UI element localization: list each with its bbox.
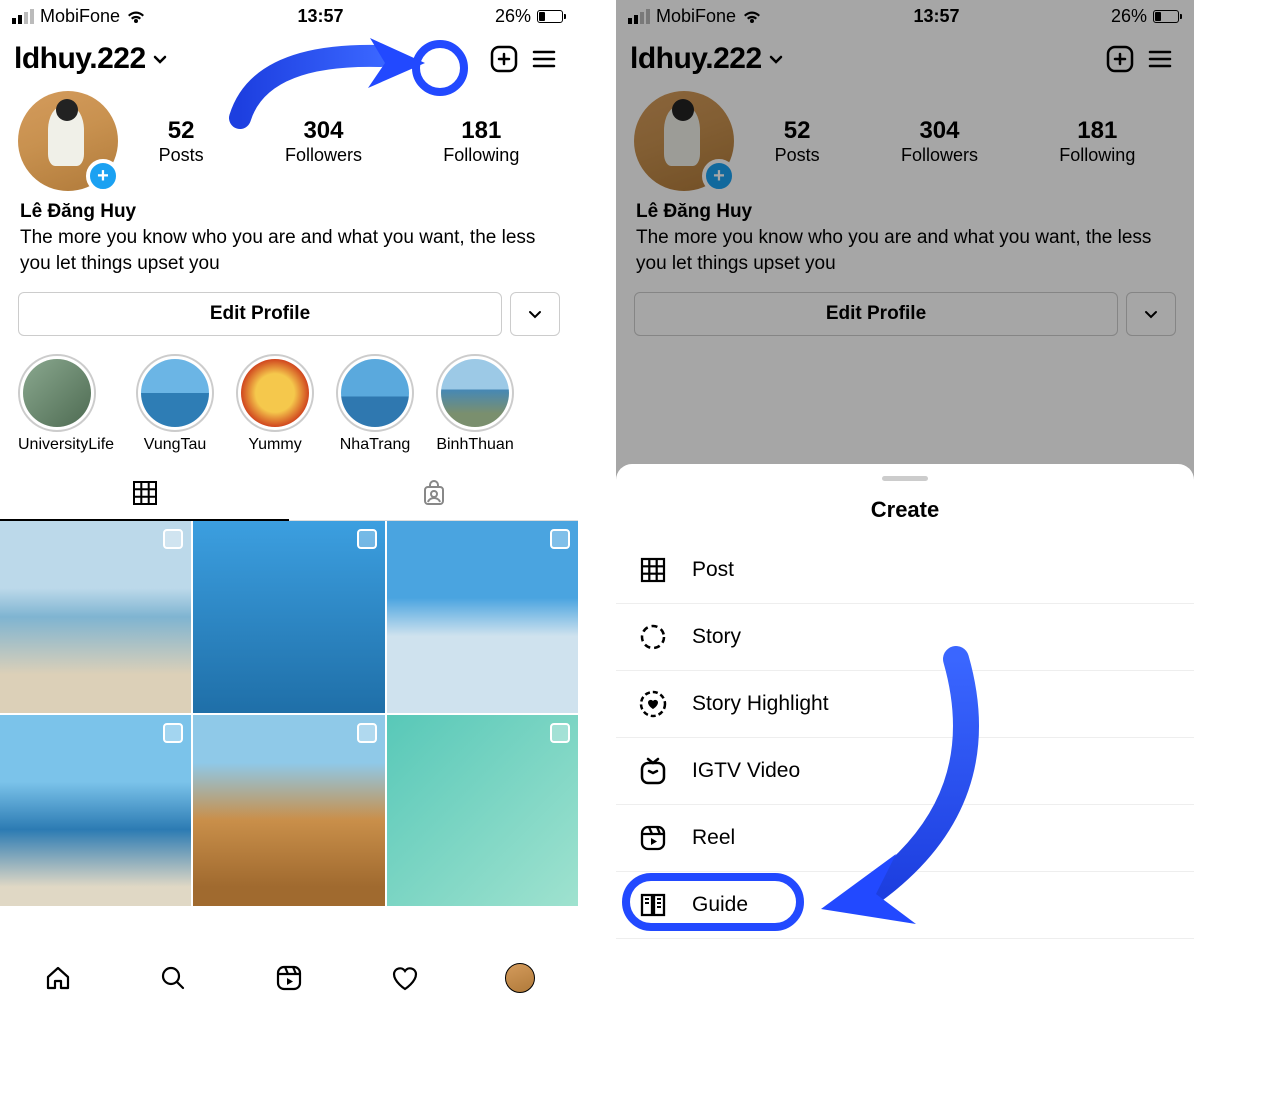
create-button[interactable] <box>484 39 524 79</box>
bottom-nav <box>0 949 578 1009</box>
tab-grid[interactable] <box>0 468 289 521</box>
clock: 13:57 <box>297 6 343 27</box>
create-option-post[interactable]: Post <box>616 537 1194 604</box>
menu-button[interactable] <box>524 39 564 79</box>
post-thumbnail[interactable] <box>193 521 384 712</box>
sheet-title: Create <box>616 497 1194 523</box>
highlights-row: UniversityLife VungTau Yummy NhaTrang Bi… <box>0 350 578 468</box>
highlight-item[interactable]: VungTau <box>136 354 214 454</box>
nav-reels[interactable] <box>274 963 304 993</box>
bio-text: The more you know who you are and what y… <box>20 225 558 276</box>
battery-icon <box>537 10 566 23</box>
highlight-item[interactable]: NhaTrang <box>336 354 414 454</box>
status-bar: MobiFone 13:57 26% <box>616 0 1194 29</box>
battery-pct: 26% <box>1111 6 1147 27</box>
display-name: Lê Đăng Huy <box>20 201 558 223</box>
post-thumbnail[interactable] <box>387 521 578 712</box>
chevron-down-icon <box>527 306 543 322</box>
post-thumbnail[interactable] <box>0 715 191 906</box>
battery-pct: 26% <box>495 6 531 27</box>
signal-icon <box>12 9 34 24</box>
avatar[interactable]: + <box>18 91 118 191</box>
username-label: ldhuy.222 <box>630 42 762 76</box>
reel-icon <box>638 823 668 853</box>
stat-following[interactable]: 181Following <box>443 117 519 166</box>
create-option-story[interactable]: Story <box>616 604 1194 671</box>
tagged-icon <box>420 480 448 508</box>
create-bottom-sheet: Create Post Story Story Highlight IGTV V… <box>616 464 1194 1009</box>
battery-icon <box>1153 10 1182 23</box>
menu-button <box>1140 39 1180 79</box>
status-bar: MobiFone 13:57 26% <box>0 0 578 29</box>
create-option-reel[interactable]: Reel <box>616 805 1194 872</box>
grid-icon <box>638 555 668 585</box>
post-thumbnail[interactable] <box>193 715 384 906</box>
multi-post-icon <box>550 723 570 743</box>
create-option-highlight[interactable]: Story Highlight <box>616 671 1194 738</box>
sheet-grabber[interactable] <box>882 476 928 481</box>
chevron-down-icon <box>766 49 786 69</box>
multi-post-icon <box>357 723 377 743</box>
grid-icon <box>132 480 158 506</box>
carrier-label: MobiFone <box>40 6 120 27</box>
signal-icon <box>628 9 650 24</box>
create-sheet-screen: MobiFone 13:57 26% ldhuy.222 + 52Posts 3… <box>616 0 1194 1009</box>
stat-posts[interactable]: 52Posts <box>159 117 204 166</box>
nav-home[interactable] <box>43 963 73 993</box>
nav-search[interactable] <box>158 963 188 993</box>
carrier-label: MobiFone <box>656 6 736 27</box>
profile-header: ldhuy.222 <box>0 29 578 83</box>
multi-post-icon <box>550 529 570 549</box>
avatar: + <box>634 91 734 191</box>
wifi-icon <box>742 9 762 25</box>
profile-screen: MobiFone 13:57 26% ldhuy.222 + 52Posts 3… <box>0 0 578 1009</box>
chevron-down-icon[interactable] <box>150 49 170 69</box>
create-option-igtv[interactable]: IGTV Video <box>616 738 1194 805</box>
nav-activity[interactable] <box>390 963 420 993</box>
create-option-guide[interactable]: Guide <box>616 872 1194 939</box>
multi-post-icon <box>163 723 183 743</box>
add-story-badge[interactable]: + <box>86 159 120 193</box>
username-label[interactable]: ldhuy.222 <box>14 42 146 76</box>
edit-profile-button[interactable]: Edit Profile <box>18 292 502 336</box>
multi-post-icon <box>357 529 377 549</box>
highlight-heart-icon <box>638 689 668 719</box>
highlight-item[interactable]: BinhThuan <box>436 354 514 454</box>
multi-post-icon <box>163 529 183 549</box>
stat-followers[interactable]: 304Followers <box>285 117 362 166</box>
igtv-icon <box>638 756 668 786</box>
post-thumbnail[interactable] <box>387 715 578 906</box>
clock: 13:57 <box>913 6 959 27</box>
guide-icon <box>638 890 668 920</box>
post-thumbnail[interactable] <box>0 521 191 712</box>
story-ring-icon <box>638 622 668 652</box>
nav-profile[interactable] <box>505 963 535 993</box>
suggested-users-button[interactable] <box>510 292 560 336</box>
tab-tagged[interactable] <box>289 468 578 520</box>
posts-grid <box>0 521 578 906</box>
highlight-item[interactable]: Yummy <box>236 354 314 454</box>
create-button <box>1100 39 1140 79</box>
highlight-item[interactable]: UniversityLife <box>18 354 114 454</box>
wifi-icon <box>126 9 146 25</box>
